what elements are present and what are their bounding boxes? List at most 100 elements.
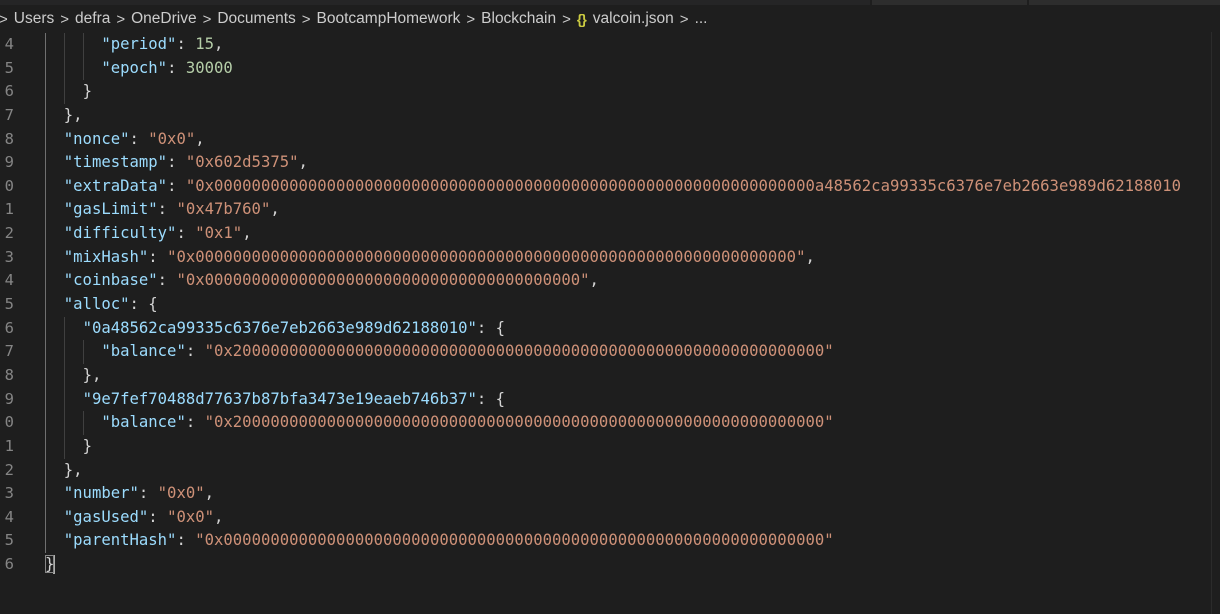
indent-guide (82, 33, 84, 81)
json-key: "epoch" (101, 58, 168, 77)
json-string: "0x0" (148, 129, 196, 148)
breadcrumb-item-bootcamphomework[interactable]: BootcampHomework (317, 10, 461, 28)
line-number: 2 (4, 460, 14, 479)
json-string: "0x0" (157, 484, 205, 503)
json-string: "0x1" (195, 224, 243, 243)
json-key: "extraData" (63, 176, 168, 195)
line-number: 2 (4, 224, 14, 243)
punctuation: }, (63, 460, 83, 479)
code-line: "coinbase": "0x0000000000000000000000000… (45, 269, 599, 293)
breadcrumb-item-blockchain[interactable]: Blockchain (481, 10, 556, 28)
json-key: "number" (63, 484, 139, 503)
indent-guide (63, 33, 65, 104)
line-number: 4 (4, 35, 14, 53)
vertical-scrollbar[interactable] (1211, 32, 1220, 614)
json-key: "alloc" (63, 295, 130, 314)
punctuation: , (805, 247, 815, 266)
json-string: "0x2000000000000000000000000000000000000… (204, 413, 834, 432)
chevron-right-icon: > (679, 10, 689, 28)
line-number: 1 (4, 200, 14, 219)
json-string: "0x0000000000000000000000000000000000000… (167, 247, 806, 266)
code-line: }, (45, 104, 83, 128)
code-line: "gasUsed": "0x0", (45, 506, 224, 530)
indent-guide (82, 411, 84, 435)
punctuation: , (214, 35, 224, 53)
line-number: 4 (4, 507, 14, 526)
code-line: "alloc": { (45, 293, 158, 317)
line-number: 7 (4, 342, 14, 361)
breadcrumb-item-users[interactable]: Users (14, 10, 54, 28)
punctuation: : (138, 484, 158, 503)
punctuation: : (185, 413, 205, 432)
json-string: "0x0" (167, 507, 215, 526)
code-line: "timestamp": "0x602d5375", (45, 151, 308, 175)
code-line: } (45, 435, 92, 459)
code-line: "extraData": "0x000000000000000000000000… (45, 175, 1181, 199)
json-file-icon: {} (576, 11, 587, 27)
json-key: "0a48562ca99335c6376e7eb2663e989d6218801… (82, 318, 477, 337)
json-key: "timestamp" (63, 153, 168, 172)
punctuation: , (214, 507, 224, 526)
breadcrumb-item-symbols[interactable]: ... (695, 10, 708, 28)
line-number: 4 (4, 271, 14, 290)
line-number: 5 (4, 531, 14, 550)
line-number: 5 (4, 58, 14, 77)
punctuation: }, (63, 105, 83, 124)
punctuation: : (157, 271, 177, 290)
line-number: 8 (4, 365, 14, 384)
chevron-right-icon: > (116, 10, 126, 28)
json-number: 15 (195, 35, 215, 53)
line-number: 0 (4, 176, 14, 195)
json-string: "0x47b760" (176, 200, 271, 219)
code-line: "period": 15, (45, 33, 223, 57)
punctuation: : { (129, 295, 158, 314)
chevron-right-icon: > (301, 10, 311, 28)
json-string: "0x2000000000000000000000000000000000000… (204, 342, 834, 361)
json-key: "gasUsed" (63, 507, 149, 526)
punctuation: , (298, 153, 308, 172)
punctuation: : { (476, 389, 506, 408)
code-line: "number": "0x0", (45, 482, 214, 506)
tab-bar-strip (0, 0, 1220, 5)
json-key: "difficulty" (63, 224, 177, 243)
breadcrumb-item-documents[interactable]: Documents (217, 10, 295, 28)
breadcrumb-item-onedrive[interactable]: OneDrive (131, 10, 196, 28)
line-number: 9 (4, 153, 14, 172)
code-line: "balance": "0x20000000000000000000000000… (45, 411, 834, 435)
line-number: 3 (4, 247, 14, 266)
indent-guide (45, 33, 46, 554)
tab-bar-segment (0, 0, 870, 5)
breadcrumb-item-file[interactable]: valcoin.json (593, 10, 674, 28)
json-key: "mixHash" (63, 247, 149, 266)
code-line: "0a48562ca99335c6376e7eb2663e989d6218801… (45, 317, 505, 341)
punctuation: , (204, 484, 215, 503)
code-editor[interactable]: 4 5 6 7 8 9 0 1 2 3 4 5 6 7 8 9 0 1 2 3 4 5 6 "period": 15, "e… (0, 32, 1220, 614)
chevron-right-icon: > (466, 10, 476, 28)
chevron-right-icon: > (0, 10, 8, 28)
punctuation: } (82, 436, 92, 455)
punctuation: : (167, 58, 186, 77)
code-line: "epoch": 30000 (45, 57, 232, 81)
breadcrumb-item-defra[interactable]: defra (75, 10, 110, 28)
code-line: } (45, 80, 92, 104)
line-number: 8 (4, 129, 14, 148)
code-line: "nonce": "0x0", (45, 128, 205, 152)
line-number: 6 (4, 318, 14, 337)
code-line: }, (45, 364, 102, 388)
line-number: 6 (4, 555, 14, 574)
punctuation: , (195, 129, 205, 148)
line-number: 9 (4, 389, 14, 408)
code-line: } (45, 553, 56, 577)
json-string: "0x0000000000000000000000000000000000000… (185, 176, 1181, 195)
code-line: "9e7fef70488d77637b87bfa3473e19eaeb746b3… (45, 388, 505, 412)
